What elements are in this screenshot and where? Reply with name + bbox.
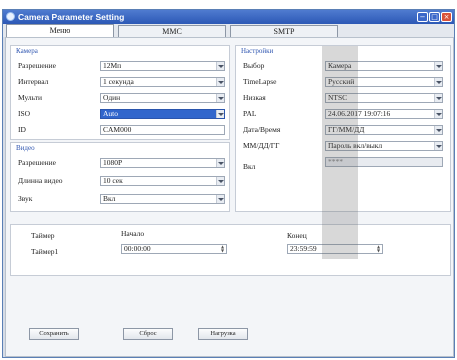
mode-label: Выбор <box>243 61 265 70</box>
multi-label: Мульти <box>18 93 43 102</box>
timelapse-select[interactable]: Русский <box>325 77 443 87</box>
chevron-down-icon <box>216 62 224 70</box>
sound-value: Вкл <box>103 194 116 203</box>
camera-id-input[interactable]: CAM000 <box>100 125 225 135</box>
dateformat-value: Пароль вкл/выкл <box>328 141 383 150</box>
video-resolution-select[interactable]: 1080P <box>100 158 225 168</box>
sound-select[interactable]: Вкл <box>100 194 225 204</box>
camera-resolution-select[interactable]: 12Mп <box>100 61 225 71</box>
timer-start-input[interactable]: 00:00:00 ▲ ▼ <box>121 244 227 254</box>
password-input[interactable]: **** <box>325 157 443 167</box>
timer-group: Таймер Начало Конец Таймер1 00:00:00 ▲ ▼ 2… <box>10 224 451 276</box>
datetime-label: Дата/Время <box>243 125 281 134</box>
lowlight-select[interactable]: NTSC <box>325 93 443 103</box>
chevron-down-icon <box>216 195 224 203</box>
top-strip <box>0 0 457 8</box>
timer-end-label: Конец <box>287 231 307 240</box>
timelapse-label: TimeLapse <box>243 77 277 86</box>
chevron-down-icon <box>434 142 442 150</box>
spinner-arrows-icon[interactable]: ▲ ▼ <box>376 245 381 253</box>
app-window: Camera Parameter Setting − □ × Меню MMC … <box>2 9 455 358</box>
reset-button[interactable]: Сброс <box>123 328 173 340</box>
close-button[interactable]: × <box>441 12 452 22</box>
timelapse-value: Русский <box>328 77 355 86</box>
datetime-value: ГГ/ММ/ДД <box>328 125 365 134</box>
password-label: Вкл <box>243 162 256 171</box>
mode-value: Камера <box>328 61 352 70</box>
iso-label: ISO <box>18 109 31 118</box>
timer-start-label: Начало <box>121 229 145 238</box>
multi-select[interactable]: Один <box>100 93 225 103</box>
spinner-arrows-icon[interactable]: ▲ ▼ <box>220 245 225 253</box>
timer-end-value: 23:59:59 <box>290 244 317 253</box>
maximize-icon: □ <box>431 13 438 21</box>
chevron-down-icon <box>216 110 224 118</box>
title-bar[interactable]: Camera Parameter Setting − □ × <box>3 10 454 24</box>
save-button[interactable]: Сохранить <box>29 328 79 340</box>
chevron-down-icon <box>434 94 442 102</box>
timer-label: Таймер <box>31 231 55 240</box>
pal-label: PAL <box>243 109 257 118</box>
interval-value: 1 секунда <box>103 77 134 86</box>
mode-select[interactable]: Камера <box>325 61 443 71</box>
id-label: ID <box>18 125 26 134</box>
minimize-button[interactable]: − <box>417 12 428 22</box>
multi-value: Один <box>103 93 121 102</box>
chevron-down-icon <box>216 78 224 86</box>
timer1-label: Таймер1 <box>31 247 59 256</box>
camera-group-title: Камера <box>15 47 39 55</box>
chevron-down-icon <box>216 177 224 185</box>
close-icon: × <box>443 13 450 21</box>
video-length-select[interactable]: 10 сек <box>100 176 225 186</box>
dateformat-select[interactable]: Пароль вкл/выкл <box>325 141 443 151</box>
datetime-select[interactable]: ГГ/ММ/ДД <box>325 125 443 135</box>
camera-resolution-label: Разрешение <box>18 61 57 70</box>
lowlight-label: Низкая <box>243 93 266 102</box>
maximize-button[interactable]: □ <box>429 12 440 22</box>
dateformat-label: ММ/ДД/ГГ <box>243 141 280 150</box>
chevron-down-icon <box>434 78 442 86</box>
video-length-label: Длинна видео <box>18 176 63 185</box>
camera-group: Камера Разрешение 12Mп Интервал 1 секунд… <box>10 45 230 140</box>
chevron-down-icon <box>216 159 224 167</box>
sound-label: Звук <box>18 194 33 203</box>
timer-start-value: 00:00:00 <box>124 244 151 253</box>
settings-group: Настройки Выбор Камера TimeLapse Русский… <box>235 45 451 212</box>
chevron-down-icon <box>434 126 442 134</box>
chevron-down-icon <box>434 110 442 118</box>
minimize-icon: − <box>419 13 426 21</box>
video-resolution-label: Разрешение <box>18 158 57 167</box>
lowlight-value: NTSC <box>328 93 348 102</box>
timer-end-input[interactable]: 23:59:59 ▲ ▼ <box>287 244 383 254</box>
iso-value: Auto <box>103 109 118 118</box>
window-title: Camera Parameter Setting <box>18 12 125 22</box>
iso-select[interactable]: Auto <box>100 109 225 119</box>
video-group-title: Видео <box>15 144 36 152</box>
chevron-down-icon <box>434 62 442 70</box>
settings-panel: Камера Разрешение 12Mп Интервал 1 секунд… <box>5 37 454 357</box>
pal-select[interactable]: 24.06.2017 19:07:16 <box>325 109 443 119</box>
pal-value: 24.06.2017 19:07:16 <box>328 109 391 118</box>
tab-mmc[interactable]: MMC <box>118 25 226 37</box>
video-resolution-value: 1080P <box>103 158 123 167</box>
camera-app-icon <box>6 12 15 21</box>
tab-bar: Меню MMC SMTP <box>3 24 454 37</box>
interval-label: Интервал <box>18 77 49 86</box>
tab-menu[interactable]: Меню <box>6 24 114 37</box>
video-length-value: 10 сек <box>103 176 123 185</box>
video-group: Видео Разрешение 1080P Длинна видео 10 с… <box>10 142 230 212</box>
camera-resolution-value: 12Mп <box>103 61 122 70</box>
tab-smtp[interactable]: SMTP <box>230 25 338 37</box>
settings-group-title: Настройки <box>240 47 275 55</box>
chevron-down-icon <box>216 94 224 102</box>
interval-select[interactable]: 1 секунда <box>100 77 225 87</box>
load-button[interactable]: Нагрузка <box>198 328 248 340</box>
